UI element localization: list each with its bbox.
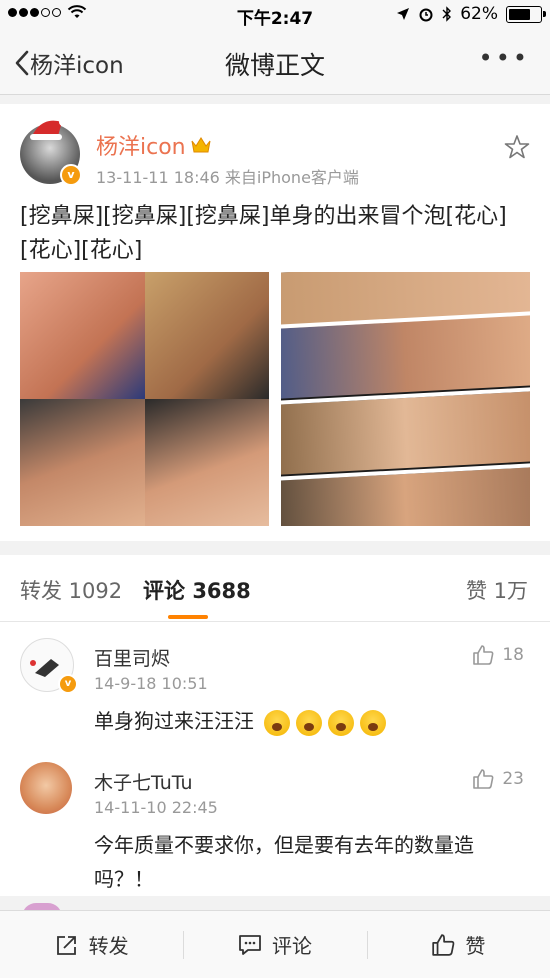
like-button[interactable]: 赞 — [366, 911, 550, 978]
repost-count-tab[interactable]: 转发 1092 — [20, 575, 122, 605]
avatar[interactable] — [20, 762, 72, 814]
post-content: [挖鼻屎][挖鼻屎][挖鼻屎]单身的出来冒个泡[花心][花心][花心] — [20, 204, 507, 263]
favorite-star-icon[interactable] — [504, 134, 530, 160]
status-bar: 下午2:47 62% — [0, 0, 550, 30]
angry-face-emoji-icon — [360, 709, 387, 736]
crown-icon — [191, 137, 211, 153]
comment-tab-count: 3688 — [192, 579, 251, 603]
alarm-icon — [419, 8, 433, 22]
comment-like-button[interactable]: 23 — [472, 768, 524, 790]
post-photo-2[interactable] — [281, 272, 530, 526]
battery-percent: 62% — [460, 4, 498, 24]
post-meta: 13-11-11 18:46 来自iPhone客户端 — [96, 168, 359, 187]
thumbs-up-icon — [432, 933, 455, 956]
post-username[interactable]: 杨洋icon — [96, 129, 212, 161]
bottom-toolbar: 转发 评论 赞 — [0, 910, 550, 978]
comment-author[interactable]: 木子七TuTu — [94, 768, 193, 795]
verified-badge-icon: v — [60, 164, 82, 186]
comment-text: 单身狗过来汪汪汪 — [94, 704, 514, 738]
santa-hat-icon — [30, 118, 67, 140]
comment-like-button[interactable]: 18 — [472, 644, 524, 666]
page-title: 微博正文 — [224, 51, 325, 80]
post-photos — [20, 272, 530, 526]
comment-like-count: 23 — [502, 769, 524, 789]
post-username-text: 杨洋icon — [96, 135, 186, 160]
nav-bar: 杨洋icon 微博正文 ••• — [0, 30, 550, 95]
comment-time: 14-11-10 22:45 — [94, 798, 218, 817]
emoji-group — [264, 709, 387, 736]
thumbs-up-icon — [473, 645, 494, 665]
comment-item: 木子七TuTu 14-11-10 22:45 今年质量不要求你，但是要有去年的数… — [0, 746, 550, 896]
comment-text: 今年质量不要求你，但是要有去年的数量造吗？！ — [94, 833, 474, 891]
more-options-button[interactable]: ••• — [479, 44, 530, 72]
comment-count-tab[interactable]: 评论 3688 — [143, 575, 251, 605]
comment-tab-label: 评论 — [143, 579, 185, 603]
thumbs-up-icon — [473, 769, 494, 789]
comment-text-body: 单身狗过来汪汪汪 — [94, 709, 254, 733]
post-avatar[interactable]: v — [20, 118, 82, 186]
like-button-label: 赞 — [465, 934, 486, 958]
repost-button[interactable]: 转发 — [0, 911, 183, 978]
comment-button-label: 评论 — [271, 934, 312, 958]
post-photo-1[interactable] — [20, 272, 269, 526]
post-stats-bar: 转发 1092 评论 3688 赞 1万 — [0, 555, 550, 622]
comment-time: 14-9-18 10:51 — [94, 674, 208, 693]
angry-face-emoji-icon — [328, 709, 355, 736]
comment-author[interactable]: 百里司烬 — [94, 644, 170, 671]
active-tab-indicator — [168, 615, 208, 619]
location-arrow-icon — [397, 8, 410, 20]
weibo-post: v 杨洋icon 13-11-11 18:46 来自iPhone客户端 [挖鼻屎… — [0, 104, 550, 541]
angry-face-emoji-icon — [296, 709, 323, 736]
share-icon — [56, 935, 76, 955]
comment-item: v 百里司烬 14-9-18 10:51 单身狗过来汪汪汪 18 — [0, 622, 550, 747]
angry-face-emoji-icon — [264, 709, 291, 736]
verified-badge-icon: v — [58, 674, 78, 694]
comment-button[interactable]: 评论 — [183, 911, 366, 978]
like-count-tab[interactable]: 赞 1万 — [466, 575, 528, 605]
bluetooth-icon — [442, 6, 452, 22]
battery-icon — [506, 5, 546, 23]
comment-bubble-icon — [239, 934, 261, 955]
repost-button-label: 转发 — [88, 934, 129, 958]
comment-like-count: 18 — [502, 645, 524, 665]
